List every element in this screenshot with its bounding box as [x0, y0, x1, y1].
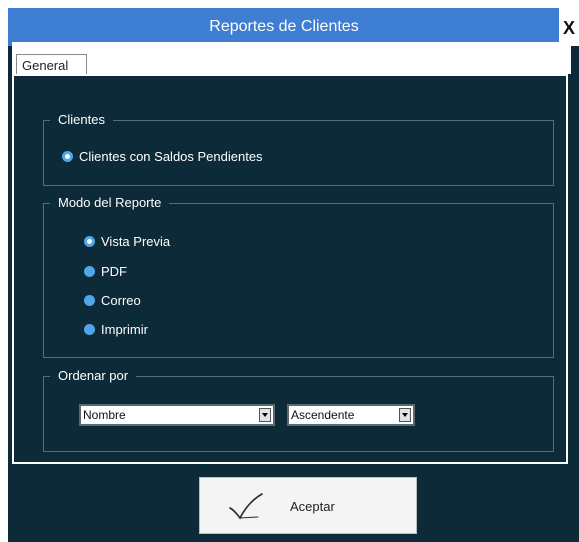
aceptar-button[interactable]: Aceptar — [199, 477, 417, 534]
chevron-down-icon[interactable] — [399, 408, 411, 422]
ordenar-direccion-select[interactable]: Ascendente — [287, 404, 415, 426]
ordenar-legend: Ordenar por — [50, 367, 137, 385]
radio-label: Correo — [101, 293, 141, 308]
radio-unchecked-icon — [84, 266, 95, 277]
ordenar-direccion-value: Ascendente — [291, 408, 355, 422]
radio-label: Clientes con Saldos Pendientes — [79, 149, 263, 164]
modo-reporte-group: Modo del Reporte Vista Previa PDF Correo… — [43, 194, 554, 358]
radio-vista-previa[interactable]: Vista Previa — [84, 234, 170, 249]
radio-correo[interactable]: Correo — [84, 293, 141, 308]
chevron-down-icon[interactable] — [259, 408, 271, 422]
radio-label: Vista Previa — [101, 234, 171, 249]
tab-strip — [12, 42, 571, 74]
radio-checked-icon — [84, 236, 95, 247]
radio-imprimir[interactable]: Imprimir — [84, 322, 148, 337]
close-button[interactable]: X — [559, 8, 579, 46]
radio-label: Imprimir — [101, 322, 148, 337]
radio-clientes-saldos-pendientes[interactable]: Clientes con Saldos Pendientes — [62, 149, 263, 164]
radio-checked-icon — [62, 151, 73, 162]
general-tab-panel: Clientes Clientes con Saldos Pendientes … — [12, 74, 568, 464]
radio-unchecked-icon — [84, 295, 95, 306]
ordenar-group: Ordenar por Nombre Ascendente — [43, 367, 554, 452]
ordenar-campo-select[interactable]: Nombre — [79, 404, 275, 426]
radio-pdf[interactable]: PDF — [84, 264, 127, 279]
checkmark-icon — [229, 493, 263, 520]
aceptar-label: Aceptar — [290, 499, 335, 514]
clientes-legend: Clientes — [50, 111, 113, 129]
title-bar: Reportes de Clientes X — [8, 8, 579, 46]
clientes-group: Clientes Clientes con Saldos Pendientes — [43, 111, 554, 186]
modo-reporte-legend: Modo del Reporte — [50, 194, 170, 212]
ordenar-campo-value: Nombre — [83, 408, 126, 422]
radio-unchecked-icon — [84, 324, 95, 335]
radio-label: PDF — [101, 264, 127, 279]
window-title: Reportes de Clientes — [209, 18, 359, 35]
